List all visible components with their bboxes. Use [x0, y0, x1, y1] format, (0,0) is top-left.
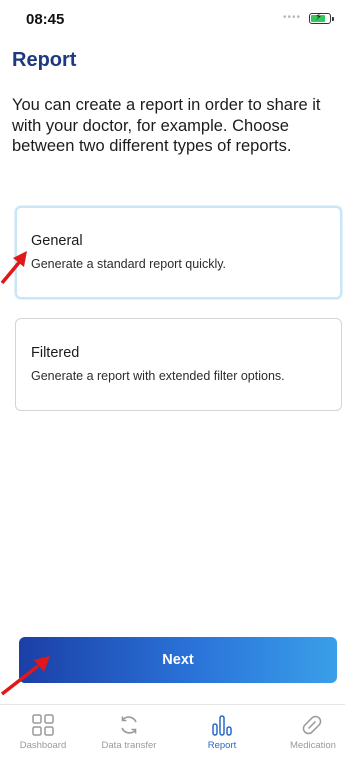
sync-icon	[121, 716, 137, 734]
intro-text: You can create a report in order to shar…	[12, 96, 321, 155]
page-title: Report	[12, 49, 77, 71]
battery-icon: ⚡	[309, 12, 334, 24]
option-general-title: General	[31, 233, 83, 249]
option-general-card[interactable]: General Generate a standard report quick…	[15, 206, 342, 299]
signal-icon: ••••	[282, 12, 301, 23]
tab-dashboard-label: Dashboard	[19, 740, 67, 751]
option-filtered-title: Filtered	[31, 345, 80, 361]
option-filtered-card[interactable]: Filtered Generate a report with extended…	[15, 318, 342, 411]
tab-data-transfer-label: Data transfer	[101, 740, 157, 751]
dashboard-icon	[32, 714, 54, 736]
charging-bolt-icon: ⚡	[315, 12, 323, 23]
status-time: 08:45	[26, 11, 65, 28]
pill-icon	[302, 715, 322, 735]
tab-report-label: Report	[207, 740, 237, 751]
report-chart-icon	[212, 715, 232, 736]
tab-medication[interactable]: Medication	[270, 705, 345, 770]
option-filtered-description: Generate a report with extended filter o…	[31, 369, 285, 383]
tab-medication-label: Medication	[290, 740, 336, 751]
next-button[interactable]: Next	[19, 637, 337, 683]
battery-cap	[332, 17, 334, 21]
tab-bar: Dashboard Data transfer Report Medicatio…	[0, 704, 345, 770]
tab-dashboard[interactable]: Dashboard	[0, 705, 86, 770]
tab-report[interactable]: Report	[179, 705, 265, 770]
tab-data-transfer[interactable]: Data transfer	[86, 705, 172, 770]
option-general-description: Generate a standard report quickly.	[31, 257, 227, 271]
status-bar: 08:45 •••• ⚡	[0, 0, 345, 40]
